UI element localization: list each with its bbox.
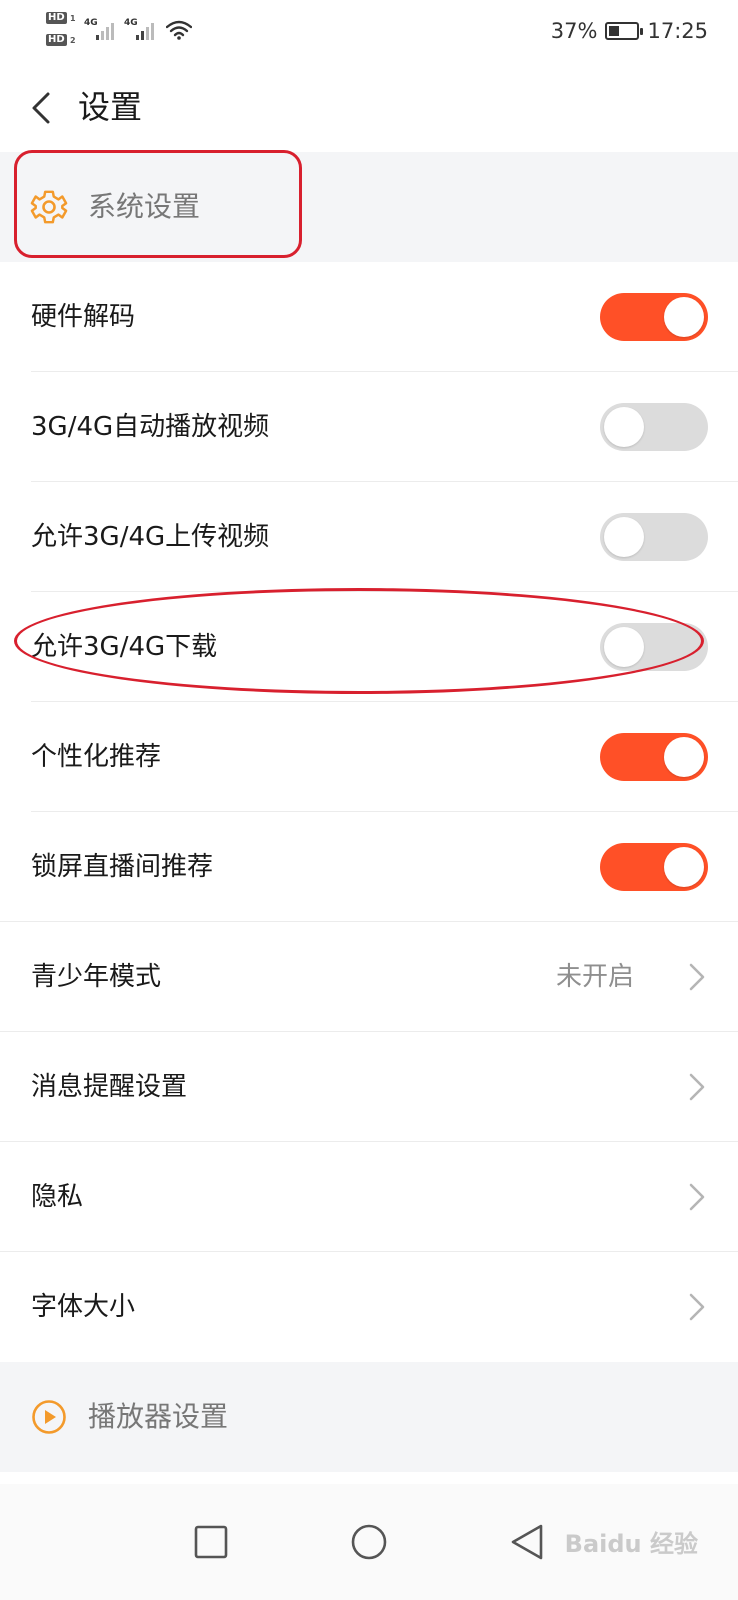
hardware-decode-toggle[interactable] bbox=[600, 293, 708, 341]
chevron-right-icon bbox=[689, 963, 705, 991]
row-privacy[interactable]: 隐私 bbox=[0, 1142, 738, 1252]
hd-badge-2: HD bbox=[46, 34, 67, 46]
signal-indicators: HD 1 HD 2 4G 4G bbox=[46, 12, 206, 52]
chevron-right-icon bbox=[689, 1183, 705, 1211]
row-label: 隐私 bbox=[31, 1182, 84, 1212]
upload-mobile-toggle[interactable] bbox=[600, 513, 708, 561]
highlight-ellipse bbox=[14, 588, 704, 694]
square-icon[interactable] bbox=[183, 1514, 239, 1570]
row-label: 字体大小 bbox=[31, 1292, 136, 1322]
app-header: 设置 bbox=[0, 62, 738, 152]
row-hardware-decode: 硬件解码 bbox=[0, 262, 738, 372]
status-bar: HD 1 HD 2 4G 4G 37% 17:25 bbox=[0, 0, 738, 62]
battery-percent: 37% bbox=[550, 19, 598, 43]
row-label: 青少年模式 bbox=[31, 962, 162, 992]
row-font-size[interactable]: 字体大小 bbox=[0, 1252, 738, 1362]
battery-icon bbox=[605, 22, 644, 40]
sim-1-label: 1 bbox=[70, 14, 76, 23]
play-circle-icon bbox=[32, 1400, 66, 1434]
personalized-recommend-toggle[interactable] bbox=[600, 733, 708, 781]
chevron-left-icon[interactable] bbox=[28, 90, 58, 126]
row-label: 消息提醒设置 bbox=[31, 1072, 188, 1102]
chevron-right-icon bbox=[689, 1293, 705, 1321]
triangle-back-icon[interactable] bbox=[499, 1514, 555, 1570]
system-nav-bar: Baidu 经验 bbox=[0, 1484, 738, 1600]
status-right: 37% 17:25 bbox=[551, 16, 708, 46]
row-personalized-recommend: 个性化推荐 bbox=[0, 702, 738, 812]
row-label: 个性化推荐 bbox=[31, 742, 162, 772]
row-lockscreen-live: 锁屏直播间推荐 bbox=[0, 812, 738, 922]
signal-bars-2-icon bbox=[136, 20, 158, 40]
row-youth-mode[interactable]: 青少年模式 未开启 bbox=[0, 922, 738, 1032]
row-notification-settings[interactable]: 消息提醒设置 bbox=[0, 1032, 738, 1142]
signal-bars-1-icon bbox=[96, 20, 118, 40]
wifi-icon bbox=[166, 20, 192, 40]
watermark: Baidu 经验 bbox=[564, 1530, 698, 1558]
youth-mode-status: 未开启 bbox=[555, 962, 634, 992]
status-time: 17:25 bbox=[647, 19, 708, 43]
highlight-box bbox=[14, 150, 302, 258]
circle-icon[interactable] bbox=[341, 1514, 397, 1570]
lockscreen-live-toggle[interactable] bbox=[600, 843, 708, 891]
section-player-settings: 播放器设置 bbox=[0, 1362, 738, 1472]
sim-2-label: 2 bbox=[70, 36, 76, 45]
autoplay-mobile-toggle[interactable] bbox=[600, 403, 708, 451]
row-label: 3G/4G自动播放视频 bbox=[31, 412, 270, 442]
row-autoplay-mobile: 3G/4G自动播放视频 bbox=[0, 372, 738, 482]
row-upload-mobile: 允许3G/4G上传视频 bbox=[0, 482, 738, 592]
row-label: 硬件解码 bbox=[31, 302, 136, 332]
chevron-right-icon bbox=[689, 1073, 705, 1101]
hd-badge-1: HD bbox=[46, 12, 67, 24]
section-label: 播放器设置 bbox=[88, 1400, 229, 1433]
page-title: 设置 bbox=[78, 88, 143, 126]
row-label: 允许3G/4G上传视频 bbox=[31, 522, 270, 552]
row-label: 锁屏直播间推荐 bbox=[31, 852, 214, 882]
